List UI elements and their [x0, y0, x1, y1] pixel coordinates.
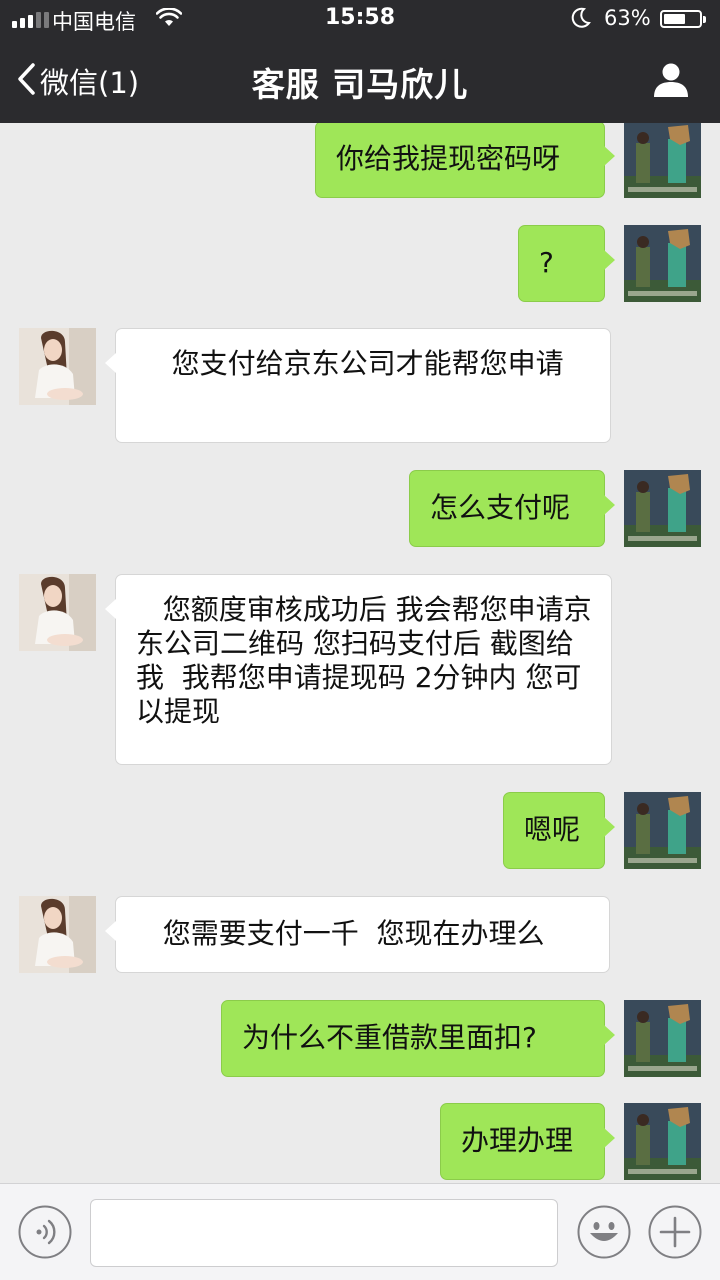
chat-title: 客服 司马欣儿 — [251, 65, 469, 104]
message-bubble[interactable]: ? — [518, 225, 615, 302]
profile-icon — [652, 63, 690, 102]
status-bar: 中国电信 15:58 63% — [0, 0, 720, 40]
message-bubble[interactable]: 您支付给京东公司才能帮您申请 — [105, 328, 611, 443]
horse-mask-avatar[interactable] — [624, 792, 701, 869]
horse-mask-avatar[interactable] — [624, 1103, 701, 1180]
nav-bar: 微信(1) 客服 司马欣儿 — [0, 40, 720, 123]
more-button[interactable] — [648, 1205, 702, 1259]
message-bubble[interactable]: 怎么支付呢 — [409, 470, 615, 547]
message-input[interactable] — [90, 1199, 558, 1267]
battery-percent: 63% — [604, 6, 651, 30]
message-bubble[interactable]: 你给我提现密码呀 — [315, 123, 615, 198]
horse-mask-avatar[interactable] — [624, 470, 701, 547]
chat-area[interactable]: 你给我提现密码呀 ? 您支付给京东公司才能帮您申请 怎么支付呢 您额度审核成功后… — [0, 123, 720, 1183]
message-bubble[interactable]: 您额度审核成功后 我会帮您申请京东公司二维码 您扫码支付后 截图给我 我帮您申请… — [105, 574, 612, 765]
horse-mask-avatar[interactable] — [624, 1000, 701, 1077]
message-bubble[interactable]: 办理办理 — [440, 1103, 615, 1180]
profile-button[interactable] — [652, 60, 690, 102]
voice-button[interactable] — [18, 1205, 72, 1259]
voice-icon — [18, 1205, 72, 1263]
agent-avatar[interactable] — [19, 574, 96, 651]
message-bubble[interactable]: 您需要支付一千 您现在办理么 — [105, 896, 610, 973]
battery-level — [664, 14, 686, 24]
battery-icon — [660, 10, 706, 28]
horse-mask-avatar[interactable] — [624, 123, 701, 198]
message-bubble[interactable]: 嗯呢 — [503, 792, 615, 869]
horse-mask-avatar[interactable] — [624, 225, 701, 302]
emoji-button[interactable] — [577, 1205, 631, 1259]
header: 中国电信 15:58 63% 微信(1) 客服 司马欣儿 — [0, 0, 720, 123]
moon-icon — [571, 7, 591, 35]
plus-icon — [648, 1205, 702, 1263]
agent-avatar[interactable] — [19, 896, 96, 973]
emoji-icon — [577, 1205, 631, 1263]
message-bubble[interactable]: 为什么不重借款里面扣? — [221, 1000, 615, 1077]
agent-avatar[interactable] — [19, 328, 96, 405]
input-bar — [0, 1183, 720, 1280]
